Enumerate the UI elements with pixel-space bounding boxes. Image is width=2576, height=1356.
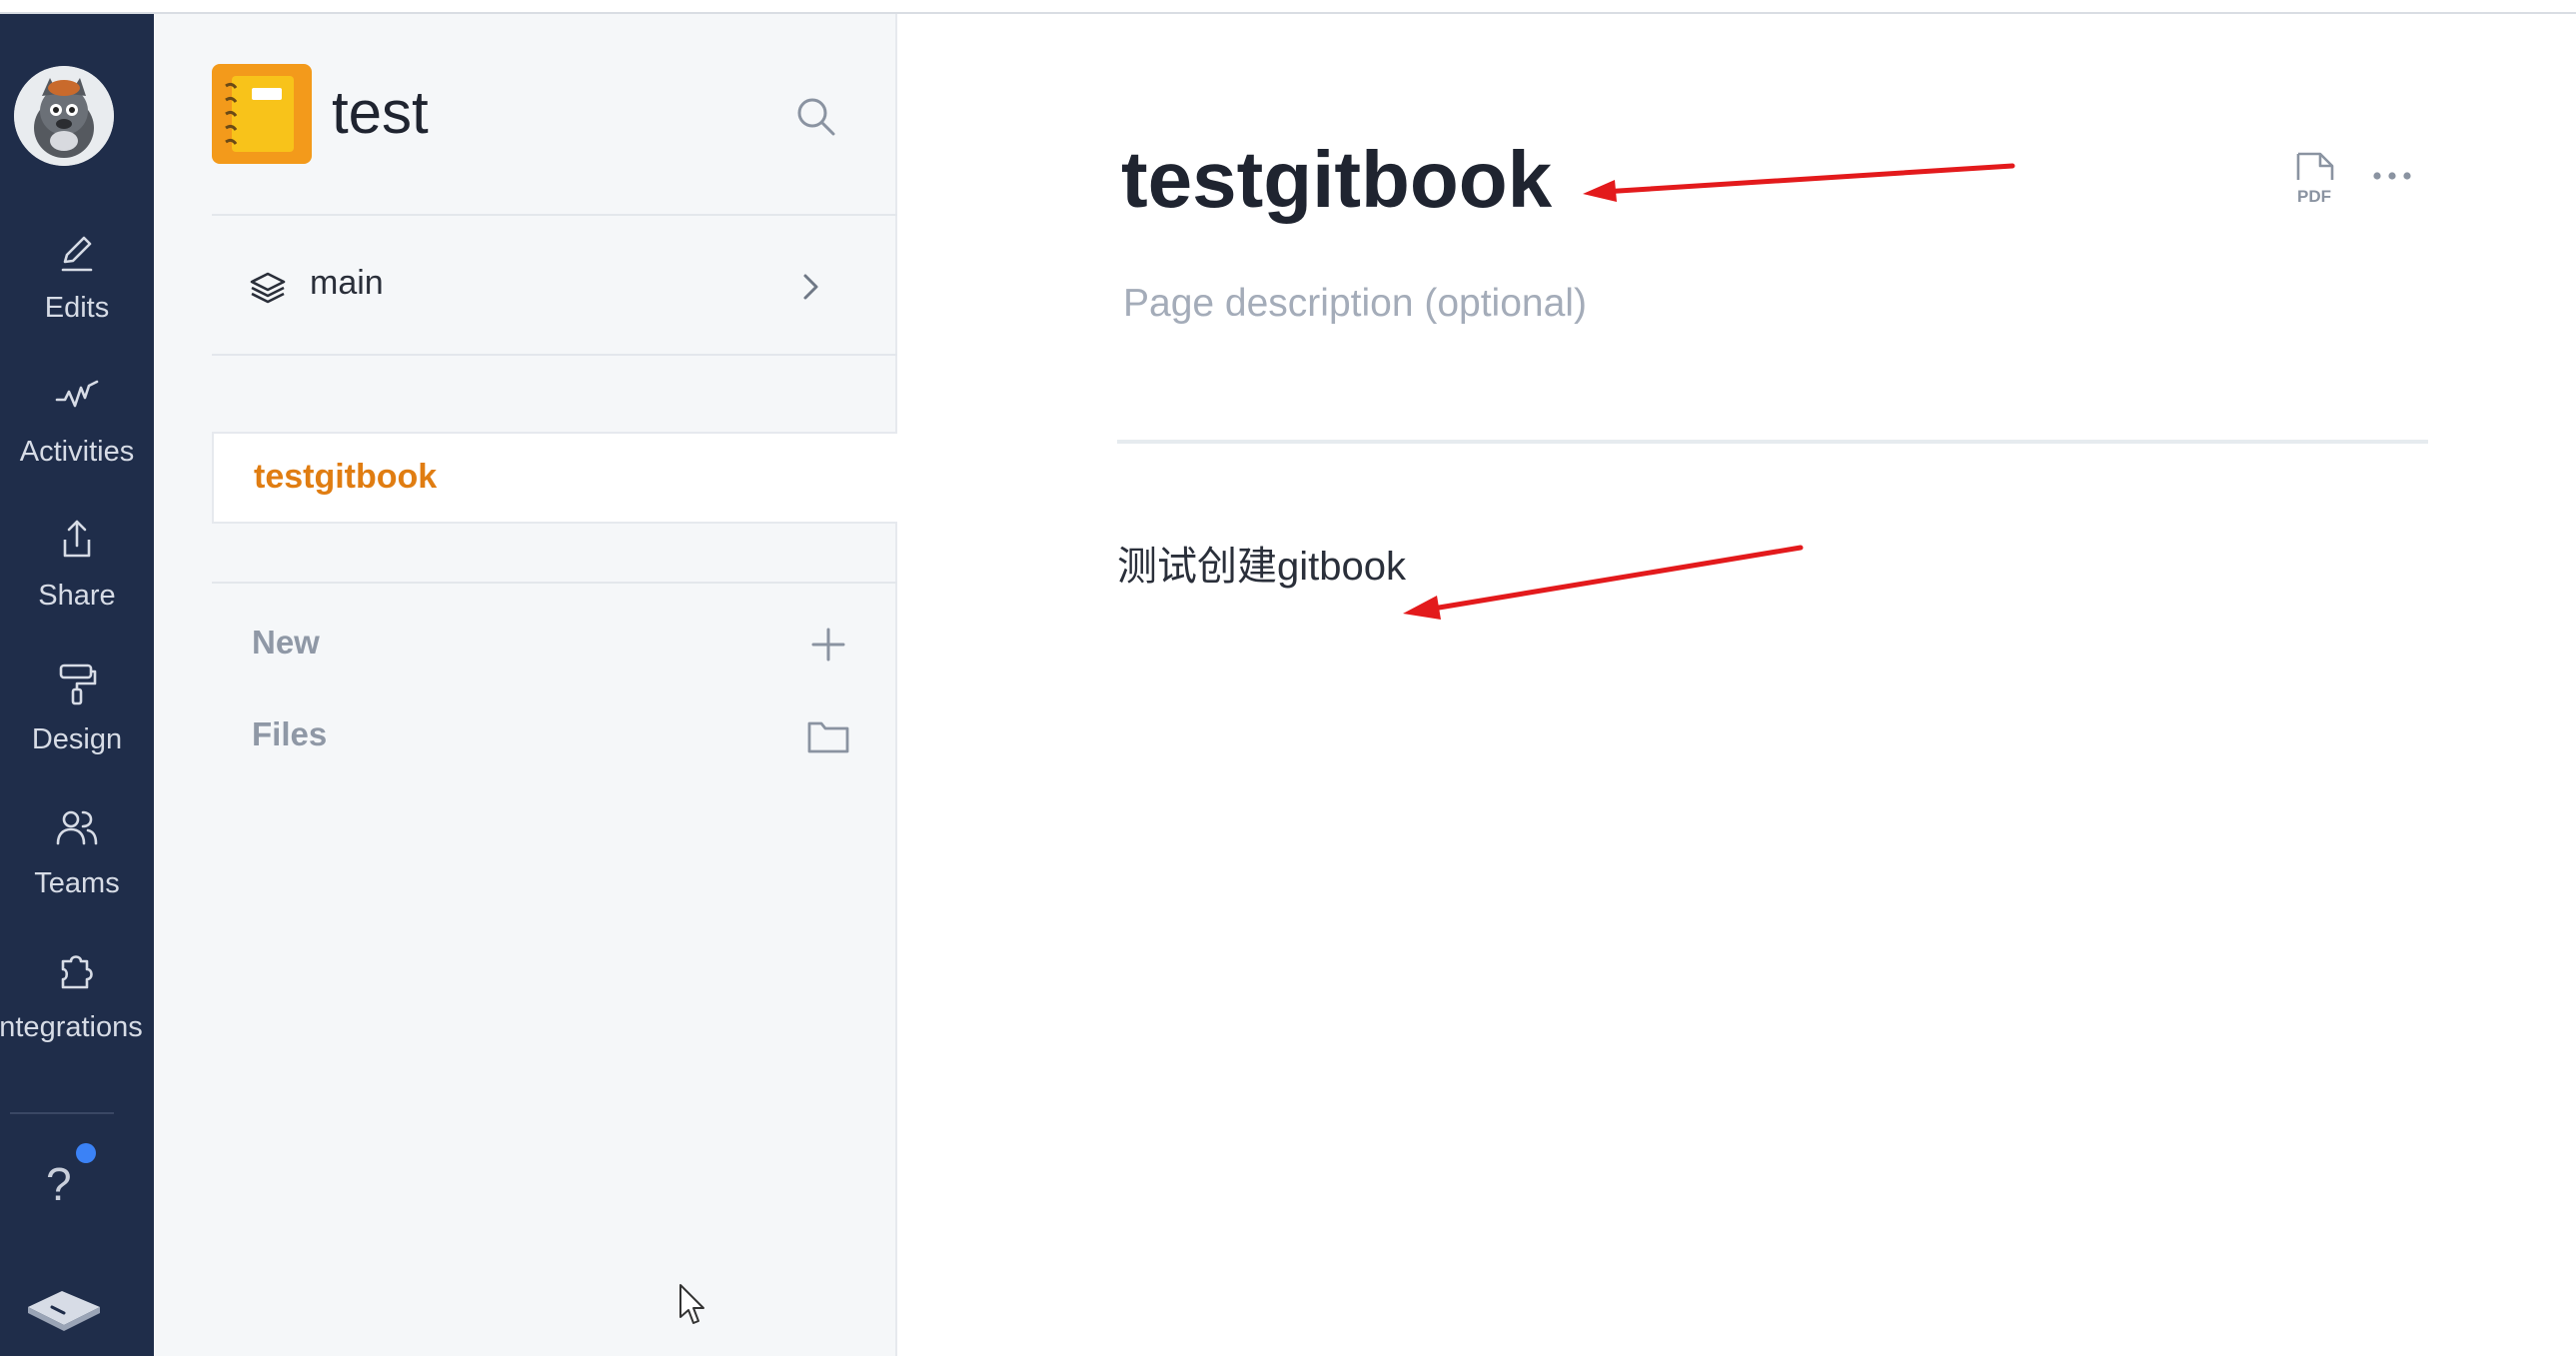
notebook-icon (225, 76, 294, 152)
page-description-input[interactable]: Page description (optional) (1123, 282, 1587, 326)
plus-icon (811, 628, 845, 662)
new-page-button[interactable]: New (212, 610, 851, 679)
help-button[interactable]: ? (34, 1143, 96, 1213)
chevron-right-icon (803, 274, 818, 300)
rail-item-label: Design (31, 723, 123, 755)
notification-dot (76, 1143, 96, 1163)
rail-item-label: Share (38, 580, 116, 612)
annotation-arrow-body (1403, 545, 1804, 620)
activity-icon (55, 380, 99, 408)
rail-item-label: Activities (19, 436, 135, 468)
pdf-label: PDF (2297, 187, 2331, 206)
users-icon (56, 810, 98, 845)
puzzle-icon (61, 955, 93, 989)
page-item-label: testgitbook (254, 458, 438, 496)
sidebar-divider (212, 354, 897, 356)
paint-roller-icon (59, 664, 97, 705)
app-rail: Edits Activities Share Design Teams nteg… (0, 14, 154, 1356)
new-label: New (252, 624, 320, 661)
page-item-testgitbook[interactable]: testgitbook (212, 432, 897, 524)
more-options-icon[interactable] (2370, 164, 2414, 188)
page-body-text[interactable]: 测试创建gitbook (1117, 534, 1406, 592)
window-top-border (0, 0, 2576, 14)
rail-item-activities[interactable]: Activities (0, 354, 154, 484)
layers-icon (250, 272, 286, 304)
files-label: Files (252, 715, 328, 752)
rail-item-integrations[interactable]: ntegrations (0, 929, 154, 1059)
gitbook-editor-window: Edits Activities Share Design Teams nteg… (0, 0, 2576, 1356)
annotation-arrow-title (1577, 154, 1697, 214)
space-sidebar: test main testgitbook New Files (154, 14, 897, 1356)
export-pdf-button[interactable]: PDF (2290, 150, 2338, 206)
rail-item-edits[interactable]: Edits (0, 210, 154, 340)
user-avatar[interactable] (14, 66, 114, 166)
page-editor: testgitbook Page description (optional) … (897, 14, 2576, 1356)
annotation-arrow-title-line (1583, 163, 2015, 202)
branch-label: main (310, 264, 384, 302)
sidebar-divider (212, 214, 897, 216)
space-icon[interactable] (212, 64, 312, 164)
pencil-icon (61, 236, 93, 272)
search-icon[interactable] (791, 92, 841, 142)
title-content-divider (1117, 440, 2428, 444)
avatar-image (14, 66, 114, 166)
rail-item-label: Teams (34, 867, 120, 899)
rail-item-label: ntegrations (0, 1011, 143, 1043)
page-title-input[interactable]: testgitbook (1121, 134, 1552, 226)
rail-item-share[interactable]: Share (0, 498, 154, 628)
files-button[interactable]: Files (212, 701, 851, 771)
gitbook-logo-icon[interactable] (22, 1277, 106, 1337)
mouse-cursor-icon (679, 1284, 704, 1324)
rail-item-design[interactable]: Design (0, 642, 154, 771)
help-icon: ? (46, 1158, 72, 1210)
folder-icon (807, 721, 849, 753)
share-icon (63, 520, 91, 558)
rail-divider (10, 1112, 114, 1114)
rail-item-teams[interactable]: Teams (0, 785, 154, 915)
rail-item-label: Edits (44, 292, 110, 324)
pdf-icon: PDF (2296, 152, 2334, 206)
space-title[interactable]: test (332, 78, 429, 147)
sidebar-divider (212, 582, 897, 584)
